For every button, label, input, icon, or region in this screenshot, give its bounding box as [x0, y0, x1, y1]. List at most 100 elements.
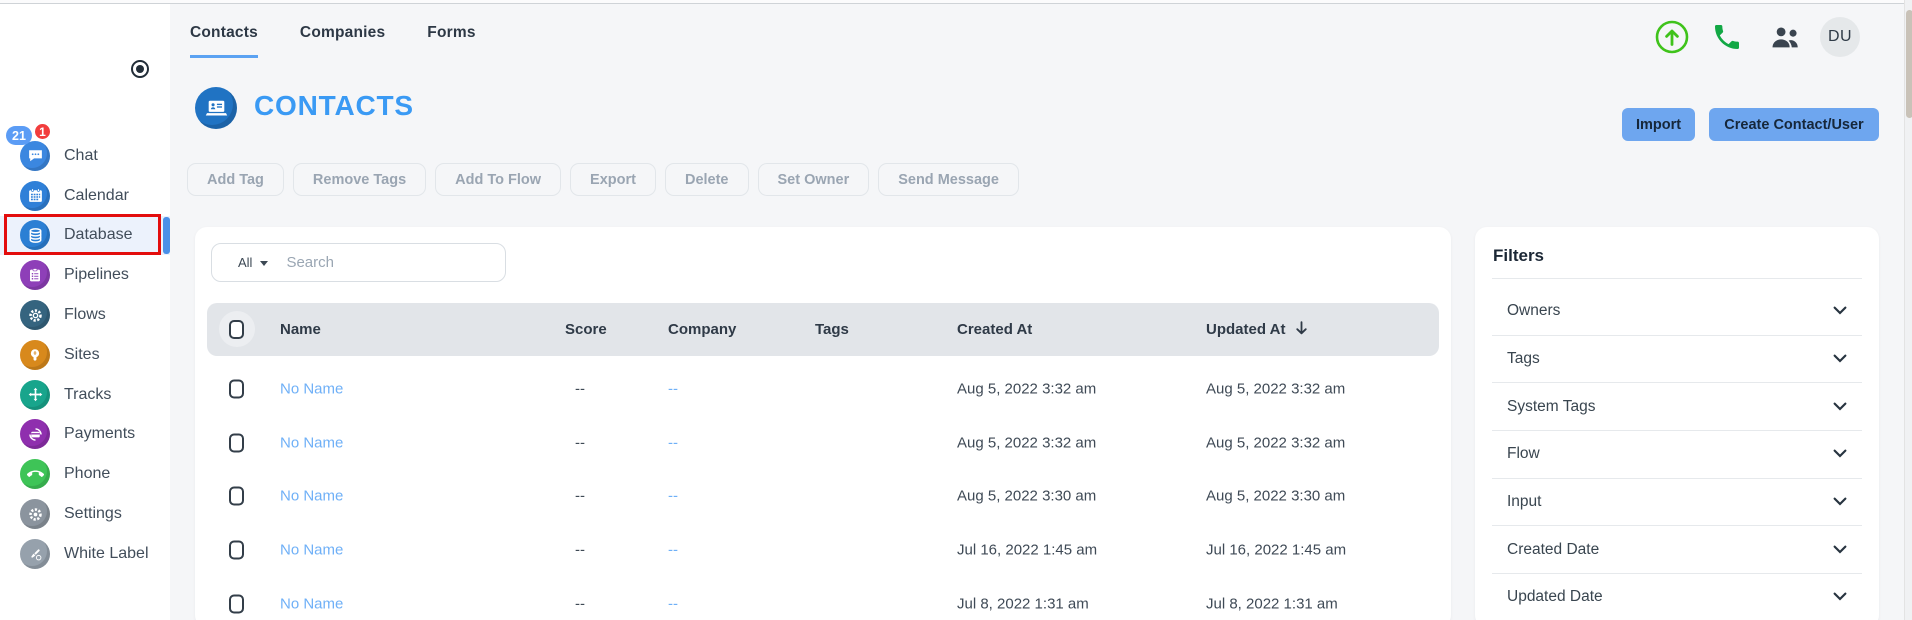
chevron-down-icon	[1833, 493, 1847, 511]
contact-updated-at: Aug 5, 2022 3:30 am	[1206, 488, 1345, 505]
search-input[interactable]	[286, 254, 486, 271]
tracks-icon	[20, 380, 50, 410]
sidebar-item-label: Flows	[64, 306, 106, 324]
table-row: No Name -- -- Jul 8, 2022 1:31 am Jul 8,…	[207, 577, 1439, 620]
sidebar-menu: Chat Calendar Database Pipelines	[0, 136, 170, 574]
row-checkbox[interactable]	[229, 595, 244, 614]
column-header-tags[interactable]: Tags	[815, 303, 849, 356]
tab-companies[interactable]: Companies	[300, 24, 385, 58]
delete-button[interactable]: Delete	[665, 163, 749, 196]
calendar-icon	[20, 181, 50, 211]
bulk-action-bar: Add Tag Remove Tags Add To Flow Export D…	[187, 163, 1019, 196]
sidebar-item-sites[interactable]: Sites	[0, 335, 170, 375]
set-owner-button[interactable]: Set Owner	[758, 163, 870, 196]
contact-company-link[interactable]: --	[668, 434, 678, 451]
select-all-checkbox[interactable]	[229, 320, 244, 339]
contact-company-link[interactable]: --	[668, 488, 678, 505]
column-header-updated-at[interactable]: Updated At	[1206, 303, 1309, 358]
column-header-created-at[interactable]: Created At	[957, 303, 1032, 356]
filter-flow[interactable]: Flow	[1492, 431, 1862, 479]
search-scope-label: All	[238, 255, 252, 270]
table-header: Name Score Company Tags Created At Updat…	[207, 303, 1439, 356]
sidebar-item-label: Tracks	[64, 386, 111, 404]
tab-forms[interactable]: Forms	[427, 24, 475, 58]
flows-icon	[20, 300, 50, 330]
phone-icon	[20, 459, 50, 489]
add-to-flow-button[interactable]: Add To Flow	[435, 163, 561, 196]
contact-company-link[interactable]: --	[668, 380, 678, 397]
sidebar-item-database[interactable]: Database	[0, 216, 170, 256]
column-header-score[interactable]: Score	[565, 303, 607, 356]
scrollbar-thumb[interactable]	[1906, 10, 1912, 118]
table-row: No Name -- -- Jul 16, 2022 1:45 am Jul 1…	[207, 523, 1439, 577]
sidebar-item-white-label[interactable]: White Label	[0, 534, 170, 574]
column-header-company[interactable]: Company	[668, 303, 736, 356]
sidebar-item-label: Database	[64, 226, 133, 244]
contact-company-link[interactable]: --	[668, 542, 678, 559]
contact-created-at: Aug 5, 2022 3:32 am	[957, 434, 1096, 451]
sidebar-item-settings[interactable]: Settings	[0, 494, 170, 534]
column-header-name[interactable]: Name	[280, 303, 321, 356]
filters-title: Filters	[1493, 246, 1544, 266]
upload-icon[interactable]	[1655, 20, 1689, 59]
filter-created-date[interactable]: Created Date	[1492, 526, 1862, 574]
sidebar-item-tracks[interactable]: Tracks	[0, 375, 170, 415]
vertical-scrollbar[interactable]	[1904, 0, 1912, 620]
user-avatar[interactable]: DU	[1820, 17, 1860, 57]
row-checkbox[interactable]	[229, 433, 244, 452]
contacts-table-card: All Name Score Company Tags Created At U…	[195, 227, 1451, 620]
sidebar-item-pipelines[interactable]: Pipelines	[0, 255, 170, 295]
filter-input[interactable]: Input	[1492, 479, 1862, 527]
sidebar-item-calendar[interactable]: Calendar	[0, 176, 170, 216]
contact-company-link[interactable]: --	[668, 596, 678, 613]
contact-created-at: Aug 5, 2022 3:32 am	[957, 380, 1096, 397]
import-button[interactable]: Import	[1622, 108, 1695, 141]
sidebar-item-payments[interactable]: Payments	[0, 415, 170, 455]
white-label-icon	[20, 539, 50, 569]
create-contact-user-button[interactable]: Create Contact/User	[1709, 108, 1879, 141]
sidebar-item-phone[interactable]: Phone	[0, 454, 170, 494]
filter-updated-date[interactable]: Updated Date	[1492, 574, 1862, 620]
tab-contacts[interactable]: Contacts	[190, 24, 258, 58]
contact-name-link[interactable]: No Name	[280, 488, 343, 505]
sidebar-item-label: Sites	[64, 346, 100, 364]
contact-name-link[interactable]: No Name	[280, 542, 343, 559]
filter-tags[interactable]: Tags	[1492, 336, 1862, 384]
contacts-page-icon	[195, 87, 237, 129]
search-scope-dropdown[interactable]: All	[238, 255, 268, 270]
chat-icon	[20, 141, 50, 171]
sidebar-item-label: Pipelines	[64, 266, 129, 284]
filter-owners[interactable]: Owners	[1492, 288, 1862, 336]
filter-system-tags[interactable]: System Tags	[1492, 383, 1862, 431]
chevron-down-icon	[1833, 541, 1847, 559]
chat-alert-badge: 1	[33, 122, 52, 141]
call-icon[interactable]	[1711, 21, 1743, 58]
contact-created-at: Jul 16, 2022 1:45 am	[957, 542, 1097, 559]
contact-score: --	[575, 488, 585, 505]
row-checkbox[interactable]	[229, 379, 244, 398]
contact-score: --	[575, 542, 585, 559]
contact-score: --	[575, 596, 585, 613]
chevron-down-icon	[1833, 445, 1847, 463]
contact-score: --	[575, 380, 585, 397]
contacts-people-icon[interactable]	[1768, 25, 1802, 56]
divider	[1492, 278, 1862, 279]
table-row: No Name -- -- Aug 5, 2022 3:30 am Aug 5,…	[207, 470, 1439, 524]
app-window: 21 1 Chat Calendar Database	[0, 0, 1912, 620]
contact-updated-at: Aug 5, 2022 3:32 am	[1206, 380, 1345, 397]
add-tag-button[interactable]: Add Tag	[187, 163, 284, 196]
sidebar-collapse-toggle[interactable]	[131, 60, 149, 78]
sites-icon	[20, 340, 50, 370]
export-button[interactable]: Export	[570, 163, 656, 196]
remove-tags-button[interactable]: Remove Tags	[293, 163, 426, 196]
contact-name-link[interactable]: No Name	[280, 434, 343, 451]
row-checkbox[interactable]	[229, 487, 244, 506]
contact-name-link[interactable]: No Name	[280, 596, 343, 613]
send-message-button[interactable]: Send Message	[878, 163, 1019, 196]
contact-name-link[interactable]: No Name	[280, 380, 343, 397]
top-border	[0, 0, 1912, 4]
row-checkbox[interactable]	[229, 541, 244, 560]
caret-down-icon	[260, 261, 268, 270]
chevron-down-icon	[1833, 302, 1847, 320]
sidebar-item-flows[interactable]: Flows	[0, 295, 170, 335]
